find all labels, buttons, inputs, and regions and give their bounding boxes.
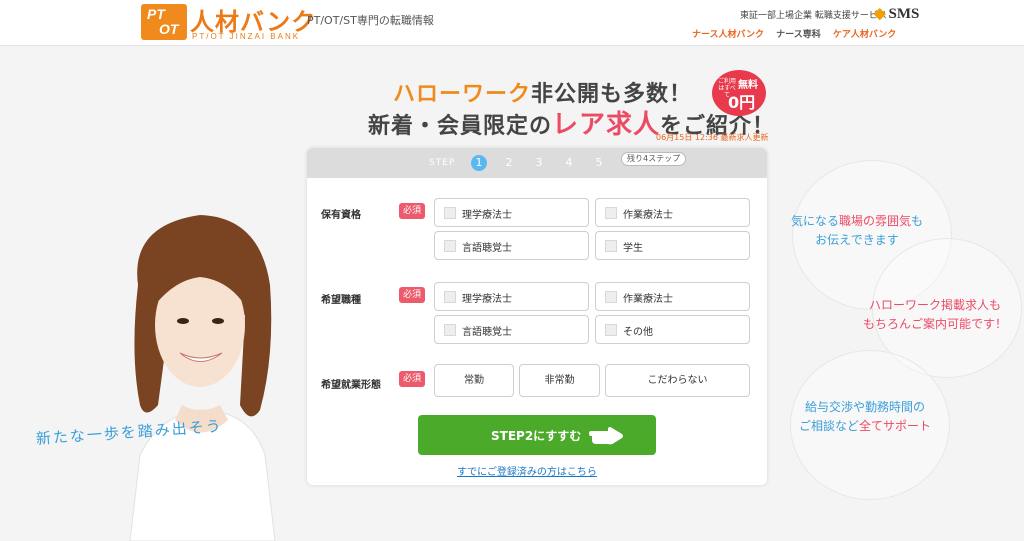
already-registered-link[interactable]: すでにご登録済みの方はこちら — [457, 463, 597, 478]
registration-form: STEP 1 2 3 4 5 残り4ステップ 保有資格 必須 理学療法士 作業療… — [307, 148, 767, 485]
free-badge: ご利用はすべて 無料 0円 — [712, 70, 766, 116]
feature1-line2: お伝えできます — [815, 233, 899, 247]
desired-job-label: 希望職種 — [321, 295, 361, 306]
employment-option-any[interactable]: こだわらない — [605, 364, 750, 397]
woman-illustration — [129, 215, 276, 541]
option-label: 言語聴覚士 — [462, 243, 512, 254]
partner-link-nurse-senka[interactable]: ナース専科 — [776, 30, 821, 40]
qualification-option-st[interactable]: 言語聴覚士 — [434, 231, 589, 260]
qualification-label: 保有資格 — [321, 210, 361, 221]
steps-remaining-badge: 残り4ステップ — [621, 152, 687, 166]
free-badge-value: 0円 — [728, 93, 756, 112]
hero-highlight-rare-jobs: レア求人 — [552, 110, 661, 140]
feature2-line2: もちろんご案内可能です！ — [862, 317, 1007, 331]
logo-badge-ot: OT — [159, 21, 179, 37]
employment-type-label: 希望就業形態 — [321, 380, 381, 391]
step-label: STEP — [429, 158, 456, 168]
step-2: 2 — [505, 156, 513, 169]
step-5: 5 — [595, 156, 603, 169]
feature1-text-b: 職場の雰囲気 — [838, 214, 911, 228]
checkbox[interactable] — [444, 207, 456, 219]
feature1-text-c: も — [911, 214, 924, 228]
employment-type-required-badge: 必須 — [399, 371, 425, 387]
pointing-hand-icon — [589, 427, 623, 445]
qualification-required-badge: 必須 — [399, 203, 425, 219]
qualification-option-student[interactable]: 学生 — [595, 231, 750, 260]
checkbox[interactable] — [605, 240, 617, 252]
corporate-text: 東証一部上場企業 転職支援サービス — [740, 11, 887, 21]
qualification-option-ot[interactable]: 作業療法士 — [595, 198, 750, 227]
step-4: 4 — [565, 156, 573, 169]
desired-job-option-st[interactable]: 言語聴覚士 — [434, 315, 589, 344]
desired-job-required-badge: 必須 — [399, 287, 425, 303]
logo-badge[interactable]: PT OT — [141, 4, 187, 40]
step2-next-button[interactable]: STEP2にすすむ — [418, 415, 656, 455]
partner-links: ナース人材バンク ナース専科 ケア人材バンク — [692, 27, 905, 40]
feature-full-support: 給与交渉や勤務時間の ご相談など全てサポート — [780, 398, 950, 436]
checkbox[interactable] — [605, 324, 617, 336]
site-header: PT OT 人材バンク PT/OT JINZAI BANK PT/OT/ST専門… — [0, 0, 1024, 46]
sms-logo-text: SMS — [888, 6, 920, 22]
logo-badge-pt: PT — [147, 6, 165, 22]
logo-subtext: PT/OT JINZAI BANK — [192, 32, 301, 41]
feature-workplace-atmosphere: 気になる職場の雰囲気も お伝えできます — [772, 212, 942, 250]
desired-job-option-pt[interactable]: 理学療法士 — [434, 282, 589, 311]
update-timestamp: 06月15日 12:36 最新求人更新 — [656, 133, 769, 142]
desired-job-option-other[interactable]: その他 — [595, 315, 750, 344]
feature2-line1: ハローワーク掲載求人も — [868, 298, 1001, 312]
desired-job-option-ot[interactable]: 作業療法士 — [595, 282, 750, 311]
option-label: 理学療法士 — [462, 210, 512, 221]
option-label: 作業療法士 — [623, 294, 673, 305]
step-3: 3 — [535, 156, 543, 169]
qualification-option-pt[interactable]: 理学療法士 — [434, 198, 589, 227]
option-label: 言語聴覚士 — [462, 327, 512, 338]
step-indicator: STEP 1 2 3 4 5 残り4ステップ — [307, 148, 767, 178]
sms-diamond-icon: ◆ — [874, 6, 886, 22]
checkbox[interactable] — [605, 291, 617, 303]
option-label: 作業療法士 — [623, 210, 673, 221]
partner-link-care-jinzai-bank[interactable]: ケア人材バンク — [833, 30, 896, 40]
checkbox[interactable] — [444, 324, 456, 336]
hero-line2-pre: 新着・会員限定の — [368, 114, 553, 139]
sms-logo[interactable]: ◆ SMS — [874, 4, 919, 23]
site-tagline: PT/OT/ST専門の転職情報 — [307, 14, 434, 27]
option-label: その他 — [623, 327, 653, 338]
feature3-line2-pre: ご相談など — [798, 419, 859, 433]
checkbox[interactable] — [444, 291, 456, 303]
option-label: 理学療法士 — [462, 294, 512, 305]
partner-link-nurse-jinzai-bank[interactable]: ナース人材バンク — [692, 30, 764, 40]
checkbox[interactable] — [444, 240, 456, 252]
employment-option-parttime[interactable]: 非常勤 — [519, 364, 600, 397]
checkbox[interactable] — [605, 207, 617, 219]
option-label: 学生 — [623, 243, 643, 254]
feature1-text-a: 気になる — [790, 214, 839, 228]
feature-hellowork-listings: ハローワーク掲載求人も もちろんご案内可能です！ — [850, 296, 1020, 334]
step-1: 1 — [471, 155, 487, 171]
feature3-line2-highlight: 全てサポート — [859, 419, 932, 433]
employment-option-fulltime[interactable]: 常勤 — [434, 364, 514, 397]
feature3-line1: 給与交渉や勤務時間の — [804, 400, 925, 414]
next-button-label: STEP2にすすむ — [491, 429, 582, 443]
